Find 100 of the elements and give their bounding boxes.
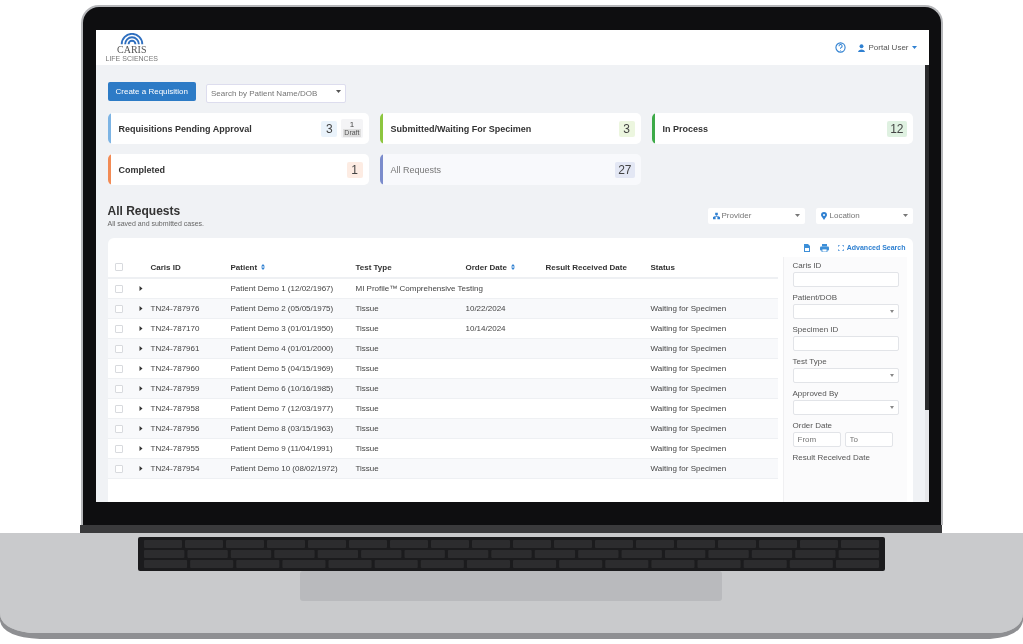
row-checkbox[interactable] bbox=[114, 464, 123, 473]
field-label: Order Date bbox=[792, 421, 834, 430]
column-header[interactable]: Status bbox=[650, 262, 675, 272]
expand-row-icon[interactable] bbox=[138, 306, 143, 311]
column-header[interactable]: Test Type bbox=[355, 262, 392, 272]
scrollbar[interactable] bbox=[924, 65, 929, 410]
table-cell: Tissue bbox=[355, 384, 379, 393]
caret-icon bbox=[902, 214, 908, 217]
table-cell: TN24-787958 bbox=[150, 404, 200, 413]
logo-icon bbox=[118, 32, 145, 45]
patient-search-dropdown[interactable]: Search by Patient Name/DOB bbox=[206, 84, 346, 103]
table-cell: Tissue bbox=[355, 344, 379, 353]
expand-row-icon[interactable] bbox=[138, 466, 143, 471]
caret-icon bbox=[889, 310, 894, 313]
card-count: 1 bbox=[346, 161, 363, 178]
table-cell: Patient Demo 2 (05/05/1975) bbox=[230, 304, 334, 313]
row-checkbox[interactable] bbox=[114, 404, 123, 413]
create-requisition-button[interactable]: Create a Requisition bbox=[107, 82, 196, 101]
row-checkbox[interactable] bbox=[114, 344, 123, 353]
sort-icon[interactable] bbox=[510, 264, 515, 270]
table-cell: Waiting for Specimen bbox=[650, 424, 727, 433]
expand-row-icon[interactable] bbox=[138, 386, 143, 391]
table-cell: TN24-787170 bbox=[150, 324, 200, 333]
card-count: 27 bbox=[615, 161, 635, 178]
row-checkbox[interactable] bbox=[114, 324, 123, 333]
table-cell: Tissue bbox=[355, 364, 379, 373]
table-cell: TN24-787954 bbox=[150, 464, 200, 473]
column-header[interactable]: Order Date bbox=[465, 262, 515, 272]
card-title: Completed bbox=[118, 164, 166, 175]
status-card[interactable]: In Process 12 bbox=[651, 113, 913, 144]
expand-row-icon[interactable] bbox=[138, 406, 143, 411]
expand-icon bbox=[837, 244, 844, 251]
field-label: Caris ID bbox=[792, 261, 823, 270]
table-cell: Patient Demo 3 (01/01/1950) bbox=[230, 324, 334, 333]
table-cell: Patient Demo 8 (03/15/1963) bbox=[230, 424, 334, 433]
expand-row-icon[interactable] bbox=[138, 446, 143, 451]
column-header[interactable]: Caris ID bbox=[150, 262, 181, 272]
table-cell: Patient Demo 4 (01/01/2000) bbox=[230, 344, 334, 353]
print-icon[interactable] bbox=[819, 243, 829, 252]
location-pin-icon bbox=[820, 211, 827, 220]
table-cell: Waiting for Specimen bbox=[650, 444, 727, 453]
table-cell: 10/22/2024 bbox=[465, 304, 506, 313]
org-chart-icon bbox=[712, 212, 720, 219]
table-cell: Waiting for Specimen bbox=[650, 324, 727, 333]
select-all-checkbox[interactable] bbox=[114, 263, 123, 271]
column-header[interactable]: Patient bbox=[230, 262, 266, 272]
expand-row-icon[interactable] bbox=[138, 366, 143, 371]
expand-row-icon[interactable] bbox=[138, 326, 143, 331]
table-cell: Waiting for Specimen bbox=[650, 304, 727, 313]
expand-row-icon[interactable] bbox=[138, 426, 143, 431]
table-cell: Tissue bbox=[355, 444, 379, 453]
date-to-field[interactable]: To bbox=[844, 432, 893, 447]
spreadsheet-icon[interactable] bbox=[802, 243, 811, 252]
table-cell: Waiting for Specimen bbox=[650, 404, 727, 413]
user-menu[interactable]: Portal User bbox=[858, 43, 917, 52]
row-checkbox[interactable] bbox=[114, 444, 123, 453]
help-icon[interactable] bbox=[835, 42, 847, 53]
table-cell: TN24-787955 bbox=[150, 444, 200, 453]
input-field[interactable] bbox=[792, 336, 899, 351]
row-checkbox[interactable] bbox=[114, 384, 123, 393]
field-label: Approved By bbox=[792, 389, 840, 398]
table-cell: Patient Demo 10 (08/02/1972) bbox=[230, 464, 338, 473]
table-cell: 10/14/2024 bbox=[465, 324, 506, 333]
field-label: Specimen ID bbox=[792, 325, 840, 334]
filter-dropdown[interactable]: Provider bbox=[707, 207, 805, 224]
table-cell: Waiting for Specimen bbox=[650, 464, 727, 473]
table-cell: Waiting for Specimen bbox=[650, 384, 727, 393]
sort-icon[interactable] bbox=[261, 264, 266, 270]
expand-row-icon[interactable] bbox=[138, 346, 143, 351]
logo-text: CARIS bbox=[117, 44, 147, 55]
status-card[interactable]: All Requests 27 bbox=[379, 154, 641, 185]
card-title: In Process bbox=[662, 123, 710, 134]
table-cell: TN24-787959 bbox=[150, 384, 200, 393]
column-header[interactable]: Result Received Date bbox=[545, 262, 627, 272]
select-field[interactable] bbox=[792, 304, 899, 319]
row-checkbox[interactable] bbox=[114, 284, 123, 293]
select-field[interactable] bbox=[792, 368, 899, 383]
row-checkbox[interactable] bbox=[114, 364, 123, 373]
row-checkbox[interactable] bbox=[114, 304, 123, 313]
table-cell: TN24-787960 bbox=[150, 364, 200, 373]
card-title: Submitted/Waiting For Specimen bbox=[390, 123, 533, 134]
expand-row-icon[interactable] bbox=[138, 286, 143, 291]
table-cell: Patient Demo 7 (12/03/1977) bbox=[230, 404, 334, 413]
date-from-field[interactable]: From bbox=[792, 432, 841, 447]
table-cell: Tissue bbox=[355, 404, 379, 413]
table-cell: Tissue bbox=[355, 324, 379, 333]
table-cell: Patient Demo 5 (04/15/1969) bbox=[230, 364, 334, 373]
row-checkbox[interactable] bbox=[114, 424, 123, 433]
card-count: 12 bbox=[887, 120, 907, 137]
table-cell: Patient Demo 1 (12/02/1967) bbox=[230, 284, 334, 293]
card-title: Requisitions Pending Approval bbox=[118, 123, 253, 134]
table-cell: Tissue bbox=[355, 464, 379, 473]
card-count: 3 bbox=[618, 120, 635, 137]
caret-icon bbox=[336, 90, 341, 93]
status-card[interactable]: Completed 1 bbox=[107, 154, 369, 185]
field-label: Patient/DOB bbox=[792, 293, 838, 302]
filter-dropdown[interactable]: Location bbox=[815, 207, 913, 224]
input-field[interactable] bbox=[792, 272, 899, 287]
status-card[interactable]: Submitted/Waiting For Specimen 3 bbox=[379, 113, 641, 144]
select-field[interactable] bbox=[792, 400, 899, 415]
